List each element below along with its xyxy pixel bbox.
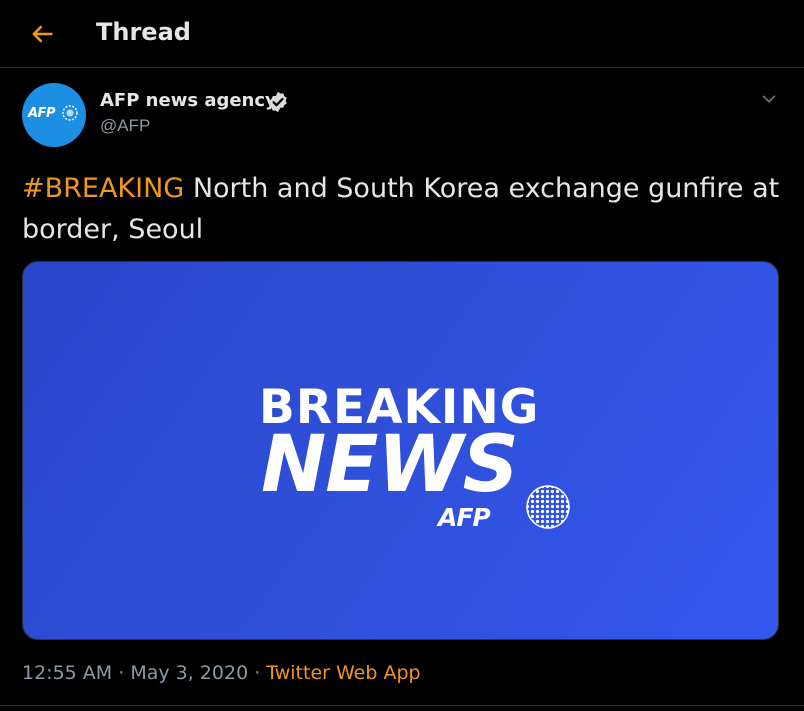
- divider: [0, 705, 804, 706]
- avatar[interactable]: AFP: [22, 83, 86, 147]
- tweet-text: #BREAKING North and South Korea exchange…: [22, 168, 792, 250]
- globe-icon: [62, 105, 78, 121]
- page-title: Thread: [96, 18, 191, 46]
- tweet-media-image[interactable]: BREAKING NEWS AFP: [22, 261, 779, 640]
- globe-icon: [526, 485, 570, 529]
- meta-separator: ·: [112, 662, 131, 684]
- verified-badge-icon: [269, 91, 287, 113]
- tweet-date[interactable]: May 3, 2020: [130, 662, 248, 684]
- chevron-down-icon[interactable]: [758, 88, 780, 110]
- author-display-name[interactable]: AFP news agency: [100, 90, 277, 111]
- avatar-logo-text: AFP: [28, 106, 55, 121]
- tweet-time[interactable]: 12:55 AM: [22, 662, 112, 684]
- media-heading-line2: NEWS: [261, 420, 519, 510]
- author-handle[interactable]: @AFP: [100, 116, 150, 136]
- tweet-source-link[interactable]: Twitter Web App: [266, 662, 420, 684]
- tweet-metadata: 12:55 AM · May 3, 2020 · Twitter Web App: [22, 662, 421, 684]
- arrow-left-icon[interactable]: [28, 20, 56, 48]
- hashtag-link[interactable]: #BREAKING: [22, 173, 184, 204]
- thread-header: Thread: [0, 0, 804, 68]
- media-logo-text: AFP: [438, 503, 491, 532]
- meta-separator: ·: [248, 662, 267, 684]
